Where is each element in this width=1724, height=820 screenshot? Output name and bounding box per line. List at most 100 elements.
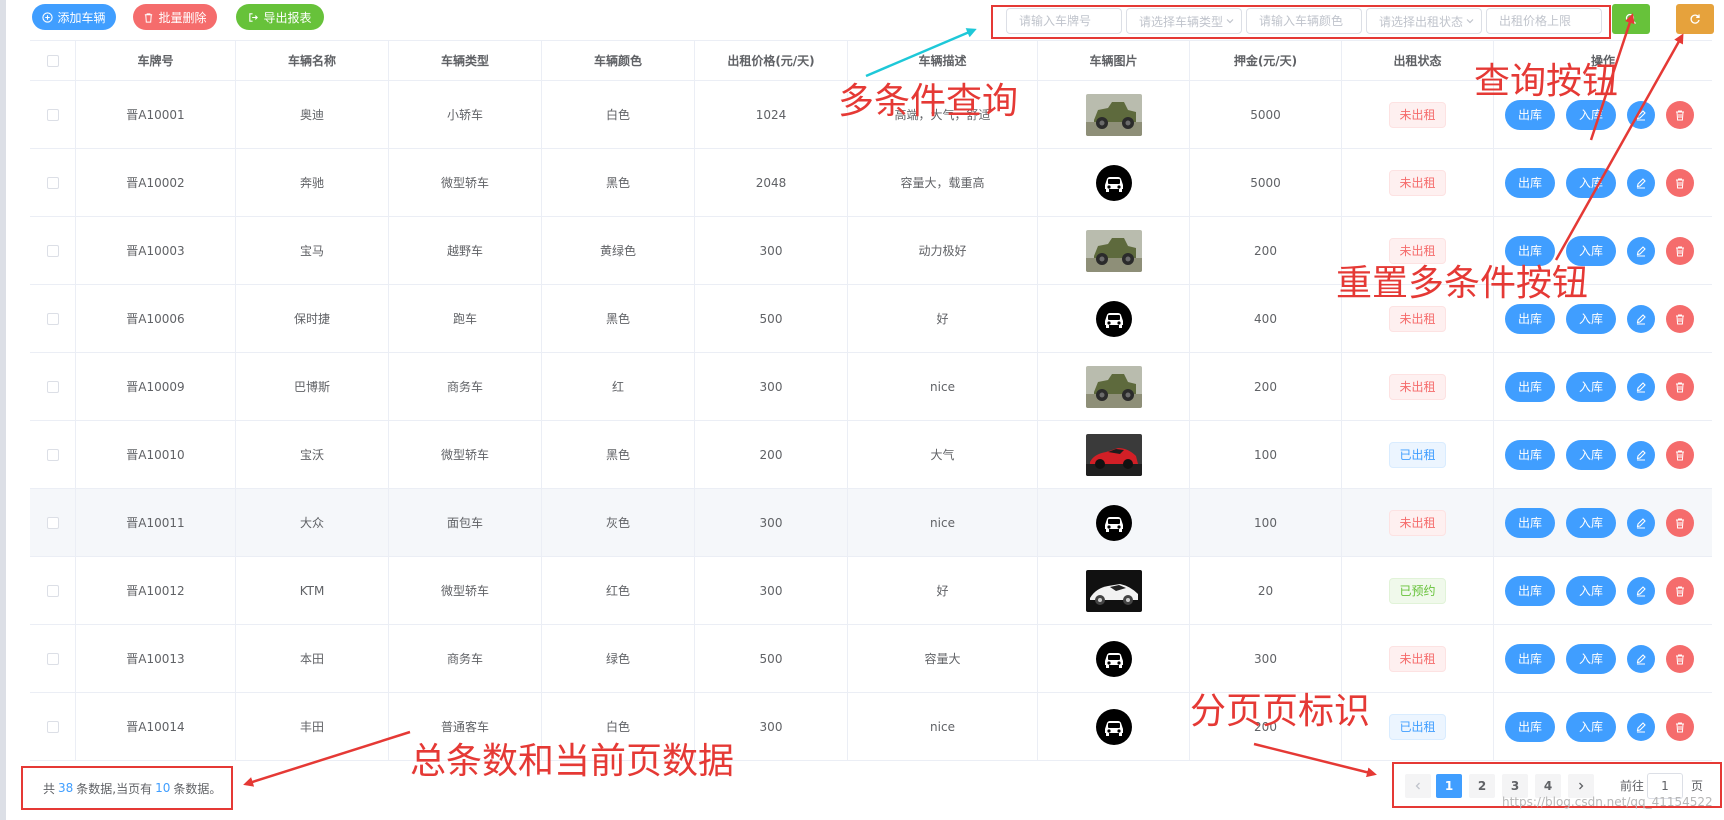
table-row[interactable]: 晋A10002 奔驰 微型轿车 黑色 2048 容量大，载重高 5000 未出租 出库 入库 [30,149,1712,217]
export-report-button[interactable]: 导出报表 [236,4,324,30]
rent-status-select[interactable]: 请选择出租状态 [1366,8,1482,34]
cell-color: 红 [542,353,695,420]
delete-button[interactable] [1666,168,1694,197]
row-checkbox[interactable] [46,584,59,597]
search-button[interactable] [1612,4,1650,34]
price-limit-input[interactable] [1486,8,1602,34]
check-out-button[interactable]: 出库 [1505,371,1555,402]
check-out-button[interactable]: 出库 [1505,575,1555,606]
edit-button[interactable] [1627,576,1655,605]
check-in-button[interactable]: 入库 [1566,167,1616,198]
check-out-button[interactable]: 出库 [1505,99,1555,130]
cell-price: 2048 [695,149,848,216]
row-checkbox[interactable] [46,176,59,189]
check-in-button[interactable]: 入库 [1566,99,1616,130]
cell-price: 500 [695,285,848,352]
chevron-right-icon [1579,782,1584,790]
delete-button[interactable] [1666,712,1694,741]
pencil-icon [1636,109,1646,120]
trash-icon [1676,654,1684,664]
cell-image [1038,285,1190,352]
column-header-name[interactable]: 车辆名称 [236,41,389,80]
table-row[interactable]: 晋A10009 巴博斯 商务车红 300 nice 200 未出租 出库 入库 [30,353,1712,421]
reset-button[interactable] [1676,4,1714,34]
edit-button[interactable] [1627,440,1655,469]
column-header-type[interactable]: 车辆类型 [389,41,542,80]
check-out-button[interactable]: 出库 [1505,303,1555,334]
table-row[interactable]: 晋A10014 丰田 普通客车 白色 300 nice 200 已出租 出库 入库 [30,693,1712,761]
check-in-button[interactable]: 入库 [1566,643,1616,674]
cell-status: 已预约 [1342,557,1494,624]
cell-color: 黑色 [542,285,695,352]
edit-button[interactable] [1627,168,1655,197]
check-in-button[interactable]: 入库 [1566,575,1616,606]
column-header-deposit[interactable]: 押金(元/天) [1190,41,1342,80]
check-out-button[interactable]: 出库 [1505,235,1555,266]
edit-button[interactable] [1627,372,1655,401]
column-header-color[interactable]: 车辆颜色 [542,41,695,80]
edit-button[interactable] [1627,304,1655,333]
edit-button[interactable] [1627,712,1655,741]
cell-plate: 晋A10001 [76,81,236,148]
row-checkbox[interactable] [46,380,59,393]
page-button-1[interactable]: 1 [1436,774,1462,798]
row-checkbox[interactable] [46,652,59,665]
column-header-plate[interactable]: 车牌号 [76,41,236,80]
check-in-button[interactable]: 入库 [1566,303,1616,334]
delete-button[interactable] [1666,644,1694,673]
table-row[interactable]: 晋A10011 大众 面包车 灰色 300 nice 100 未出租 出库 入库 [30,489,1712,557]
check-out-button[interactable]: 出库 [1505,439,1555,470]
row-checkbox[interactable] [46,720,59,733]
table-row[interactable]: 晋A10010 宝沃 微型轿车 黑色 200 大气 100 已出租 出库 入库 [30,421,1712,489]
check-out-button[interactable]: 出库 [1505,167,1555,198]
delete-button[interactable] [1666,236,1694,265]
edit-button[interactable] [1627,644,1655,673]
prev-page-button[interactable] [1405,774,1431,798]
delete-button[interactable] [1666,440,1694,469]
vehicle-type-select[interactable]: 请选择车辆类型 [1126,8,1242,34]
column-header-image[interactable]: 车辆图片 [1038,41,1190,80]
delete-button[interactable] [1666,508,1694,537]
delete-button[interactable] [1666,372,1694,401]
check-in-button[interactable]: 入库 [1566,507,1616,538]
batch-delete-button[interactable]: 批量删除 [133,4,217,30]
add-vehicle-button[interactable]: 添加车辆 [32,4,116,30]
select-all-cell [30,41,76,80]
column-header-description[interactable]: 车辆描述 [848,41,1038,80]
delete-button[interactable] [1666,304,1694,333]
row-select-cell [30,217,76,284]
edit-button[interactable] [1627,508,1655,537]
delete-button[interactable] [1666,576,1694,605]
delete-button[interactable] [1666,100,1694,129]
edit-button[interactable] [1627,100,1655,129]
check-out-button[interactable]: 出库 [1505,507,1555,538]
column-header-status[interactable]: 出租状态 [1342,41,1494,80]
plate-number-input[interactable] [1006,8,1122,34]
column-header-price[interactable]: 出租价格(元/天) [695,41,848,80]
page-button-2[interactable]: 2 [1469,774,1495,798]
cell-actions: 出库 入库 [1494,693,1712,760]
table-row[interactable]: 晋A10013 本田 商务车 绿色 500 容量大 300 未出租 出库 入库 [30,625,1712,693]
row-checkbox[interactable] [46,244,59,257]
rent-status-placeholder: 请选择出租状态 [1379,14,1464,29]
edit-button[interactable] [1627,236,1655,265]
plus-circle-icon [42,11,54,23]
search-icon [1625,13,1636,24]
row-select-cell [30,693,76,760]
check-in-button[interactable]: 入库 [1566,439,1616,470]
vehicle-color-input[interactable] [1246,8,1362,34]
row-checkbox[interactable] [46,312,59,325]
check-in-button[interactable]: 入库 [1566,235,1616,266]
cell-status: 已出租 [1342,421,1494,488]
row-checkbox[interactable] [46,448,59,461]
row-checkbox[interactable] [46,516,59,529]
batch-delete-label: 批量删除 [158,10,207,25]
table-row[interactable]: 晋A10012 KTM 微型轿车 红色 300 好 20 已预约 出库 入库 [30,557,1712,625]
check-in-button[interactable]: 入库 [1566,371,1616,402]
check-out-button[interactable]: 出库 [1505,643,1555,674]
check-in-button[interactable]: 入库 [1566,711,1616,742]
row-checkbox[interactable] [46,108,59,121]
select-all-checkbox[interactable] [46,54,59,67]
check-out-button[interactable]: 出库 [1505,711,1555,742]
cell-actions: 出库 入库 [1494,353,1712,420]
